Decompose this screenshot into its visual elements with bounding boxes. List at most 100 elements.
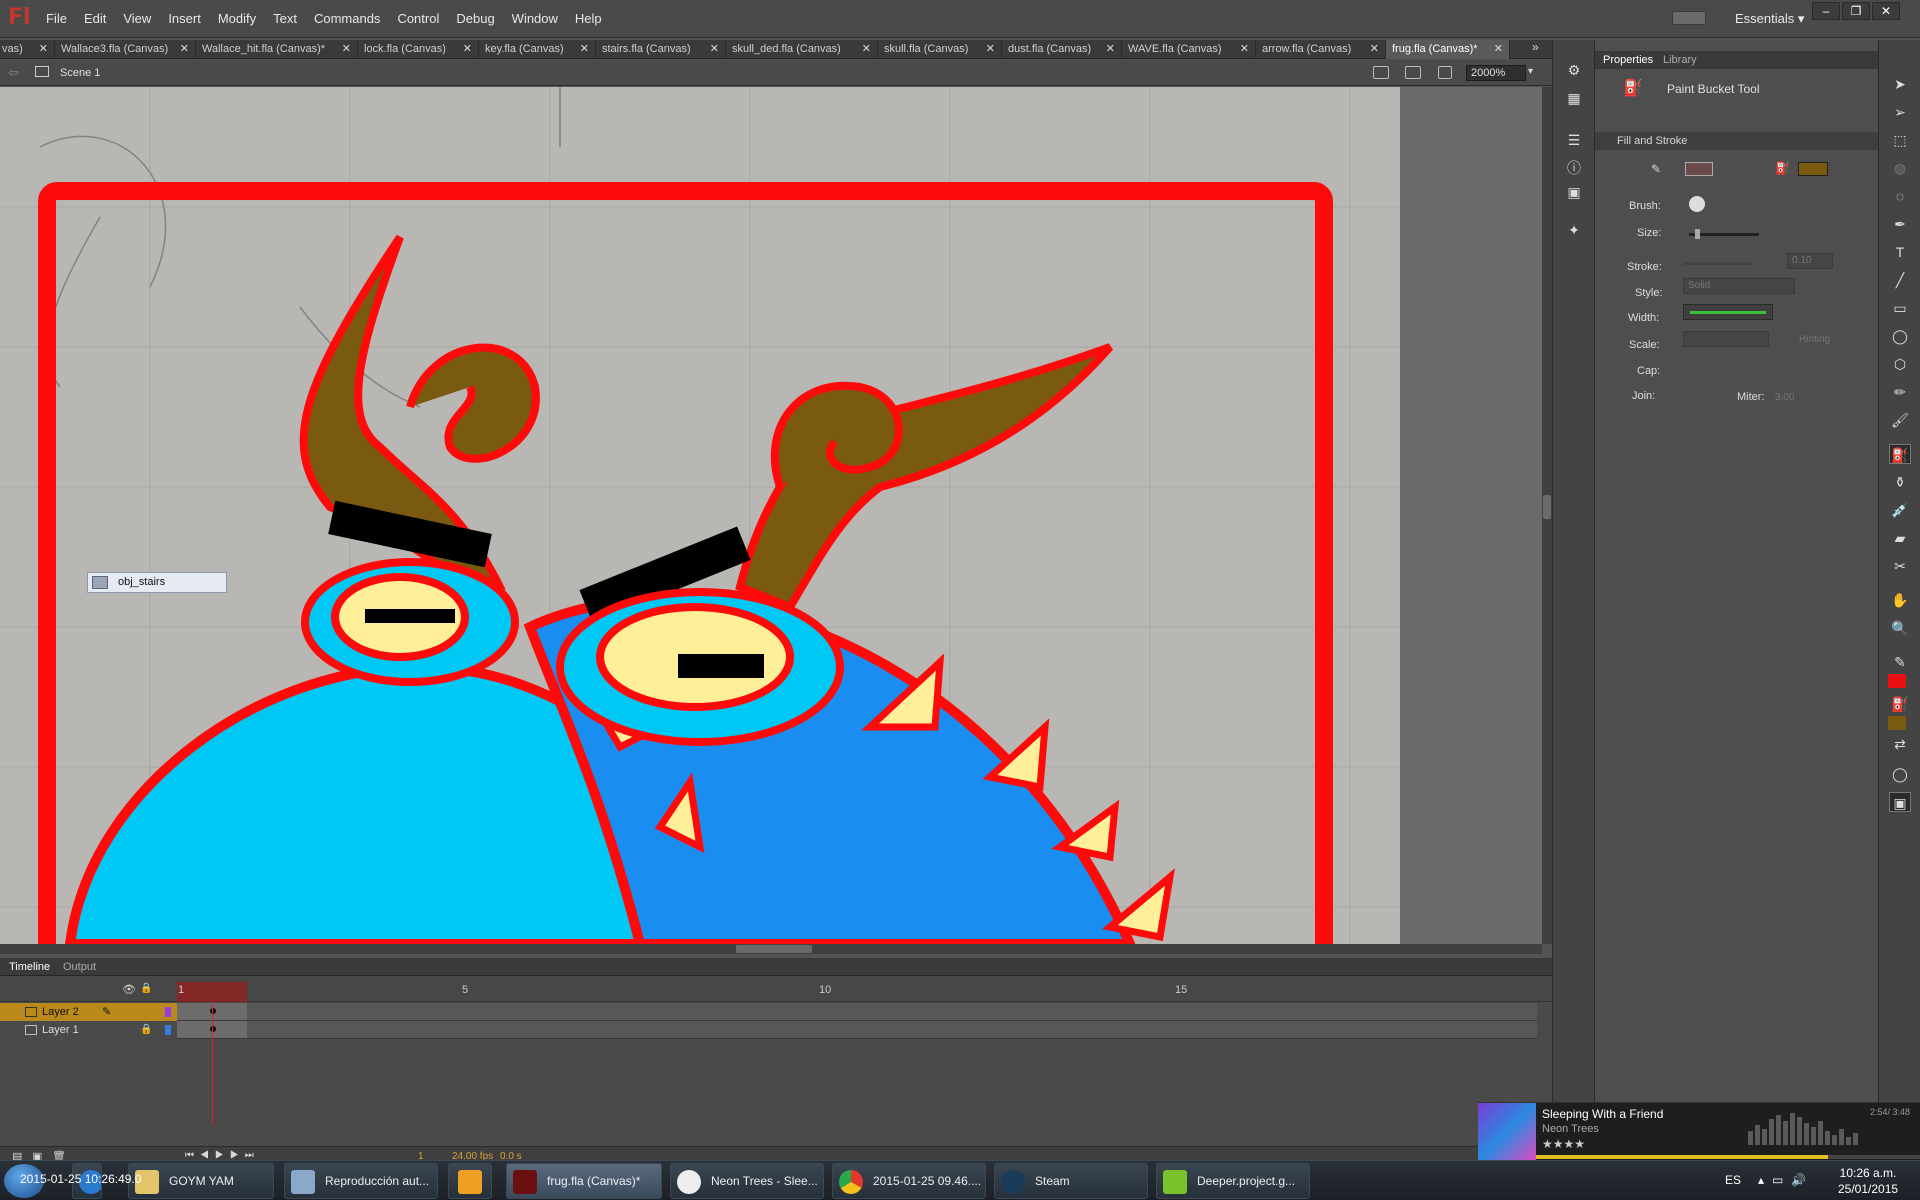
align-icon[interactable]: ▦ <box>1565 90 1583 108</box>
swap-colors-icon[interactable]: ⇄ <box>1889 734 1911 754</box>
vertical-scrollbar[interactable] <box>1542 87 1552 944</box>
section-fill-and-stroke[interactable]: Fill and Stroke <box>1595 132 1879 150</box>
menu-modify[interactable]: Modify <box>218 11 256 26</box>
pen-icon[interactable]: ✒ <box>1889 214 1911 234</box>
song-progress-bar[interactable] <box>1536 1155 1920 1159</box>
menu-insert[interactable]: Insert <box>168 11 201 26</box>
components-icon[interactable]: ✦ <box>1565 222 1583 240</box>
close-tab-icon[interactable]: ✕ <box>180 40 189 59</box>
doc-tab[interactable]: key.fla (Canvas) ✕ <box>479 40 596 59</box>
edit-scene-icon[interactable] <box>1373 66 1389 79</box>
menu-window[interactable]: Window <box>512 11 558 26</box>
song-rating[interactable]: ★★★★ <box>1542 1137 1585 1151</box>
tab-library[interactable]: Library <box>1663 54 1697 66</box>
lock-icon[interactable]: 🔒 <box>140 1021 152 1039</box>
tray-icons[interactable]: ▴▭🔊 <box>1758 1173 1814 1187</box>
language-indicator[interactable]: ES <box>1725 1173 1741 1187</box>
snap-icon[interactable]: ▣ <box>1889 792 1911 812</box>
text-icon[interactable]: T <box>1889 242 1911 262</box>
more-tabs-icon[interactable]: » <box>1532 40 1539 54</box>
close-tab-icon[interactable]: ✕ <box>1494 40 1503 59</box>
close-button[interactable]: ✕ <box>1872 2 1900 20</box>
scale-select[interactable] <box>1683 331 1769 347</box>
close-tab-icon[interactable]: ✕ <box>862 40 871 59</box>
zoom-input[interactable]: 2000% <box>1466 65 1526 81</box>
tab-output[interactable]: Output <box>63 961 96 973</box>
menu-control[interactable]: Control <box>397 11 439 26</box>
menu-view[interactable]: View <box>123 11 151 26</box>
slider-thumb[interactable] <box>1695 229 1700 239</box>
motion-editor-icon[interactable]: ⚙ <box>1565 62 1583 80</box>
subselection-icon[interactable]: ➢ <box>1889 102 1911 122</box>
restore-button[interactable]: ❐ <box>1842 2 1870 20</box>
album-art[interactable] <box>1478 1103 1536 1161</box>
rectangle-icon[interactable]: ▭ <box>1889 298 1911 318</box>
ink-bottle-icon[interactable]: ⚱ <box>1889 472 1911 492</box>
playhead[interactable] <box>177 982 247 1002</box>
keyframe[interactable] <box>210 1008 216 1014</box>
width-select[interactable] <box>1683 304 1773 320</box>
workspace-switcher[interactable]: Essentials ▾ <box>1735 11 1804 27</box>
taskbar-button[interactable]: Reproducción aut... <box>284 1163 438 1199</box>
line-icon[interactable]: ╱ <box>1889 270 1911 290</box>
fill-color-swatch[interactable] <box>1798 162 1828 176</box>
stroke-slider[interactable] <box>1683 262 1753 265</box>
oval-icon[interactable]: ◯ <box>1889 326 1911 346</box>
close-tab-icon[interactable]: ✕ <box>463 40 472 59</box>
doc-tab[interactable]: skull_ded.fla (Canvas) ✕ <box>726 40 878 59</box>
doc-tab[interactable]: WAVE.fla (Canvas) ✕ <box>1122 40 1256 59</box>
keyframe[interactable] <box>210 1026 216 1032</box>
sync-settings-icon[interactable] <box>1672 11 1706 25</box>
hinting-checkbox-label[interactable]: Hinting <box>1799 334 1830 345</box>
brush-shape-icon[interactable] <box>1689 196 1705 212</box>
zoom-icon[interactable]: 🔍 <box>1889 618 1911 638</box>
transform-icon[interactable]: ☰ <box>1565 132 1583 150</box>
3d-rotation-icon[interactable]: ◍ <box>1889 158 1911 178</box>
scrollbar-thumb[interactable] <box>1543 495 1551 519</box>
stroke-color-swatch[interactable] <box>1685 162 1713 176</box>
edit-symbols-icon[interactable] <box>1405 66 1421 79</box>
bone-icon[interactable]: ✂ <box>1889 556 1911 576</box>
horizontal-scrollbar[interactable] <box>0 944 1542 954</box>
paint-bucket-icon[interactable]: ⛽ <box>1889 444 1911 464</box>
menu-text[interactable]: Text <box>273 11 297 26</box>
back-arrow-icon[interactable]: ⇦ <box>8 65 19 81</box>
layer-color-swatch[interactable] <box>165 1025 171 1035</box>
taskbar-button[interactable]: Steam <box>994 1163 1148 1199</box>
lock-icon[interactable]: 🔒 <box>140 983 152 994</box>
tab-properties[interactable]: Properties <box>1603 54 1653 66</box>
menu-help[interactable]: Help <box>575 11 602 26</box>
clock[interactable]: 10:26 a.m. 25/01/2015 <box>1838 1165 1898 1197</box>
doc-tab-active[interactable]: frug.fla (Canvas)* ✕ <box>1386 40 1510 59</box>
menu-file[interactable]: File <box>46 11 67 26</box>
layer-color-swatch[interactable] <box>165 1007 171 1017</box>
stage[interactable] <box>0 87 1542 944</box>
close-tab-icon[interactable]: ✕ <box>1106 40 1115 59</box>
stroke-color-chip[interactable] <box>1888 674 1906 688</box>
eyedropper-icon[interactable]: 💉 <box>1889 500 1911 520</box>
close-tab-icon[interactable]: ✕ <box>580 40 589 59</box>
menu-debug[interactable]: Debug <box>456 11 494 26</box>
taskbar-button-active[interactable]: frug.fla (Canvas)* <box>506 1163 662 1199</box>
object-drawing-icon[interactable]: ◯ <box>1889 764 1911 784</box>
menu-commands[interactable]: Commands <box>314 11 380 26</box>
doc-tab[interactable]: skull.fla (Canvas) ✕ <box>878 40 1002 59</box>
lasso-icon[interactable]: ◌ <box>1889 186 1911 206</box>
info-icon[interactable]: ⓘ <box>1565 158 1583 176</box>
doc-tab[interactable]: lock.fla (Canvas) ✕ <box>358 40 479 59</box>
stroke-value-input[interactable]: 0.10 <box>1787 253 1833 269</box>
menu-edit[interactable]: Edit <box>84 11 106 26</box>
close-tab-icon[interactable]: ✕ <box>342 40 351 59</box>
doc-tab[interactable]: dust.fla (Canvas) ✕ <box>1002 40 1122 59</box>
swatches-icon[interactable]: ▣ <box>1565 184 1583 202</box>
close-tab-icon[interactable]: ✕ <box>39 40 48 59</box>
scrollbar-thumb[interactable] <box>736 945 812 953</box>
doc-tab[interactable]: Wallace_hit.fla (Canvas)* ✕ <box>196 40 358 59</box>
minimize-button[interactable]: – <box>1812 2 1840 20</box>
taskbar-button[interactable]: Deeper.project.g... <box>1156 1163 1310 1199</box>
eraser-icon[interactable]: ▰ <box>1889 528 1911 548</box>
taskbar-button[interactable]: GOYM YAM <box>128 1163 274 1199</box>
hand-icon[interactable]: ✋ <box>1889 590 1911 610</box>
free-transform-icon[interactable]: ⬚ <box>1889 130 1911 150</box>
close-tab-icon[interactable]: ✕ <box>986 40 995 59</box>
